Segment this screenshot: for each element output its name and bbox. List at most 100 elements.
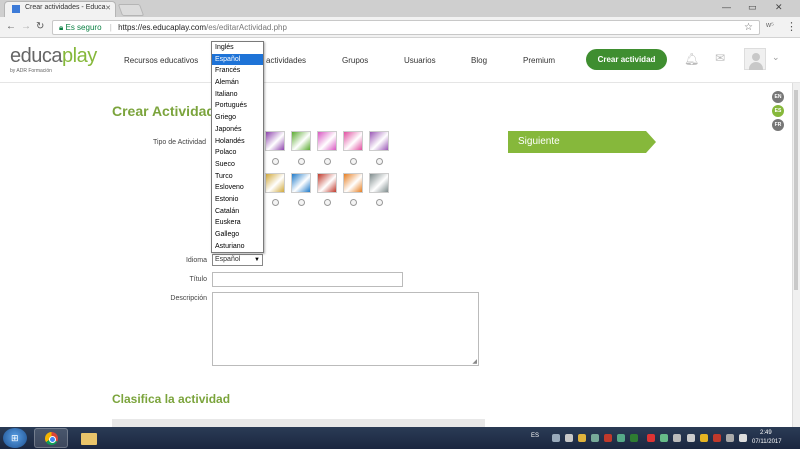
dropdown-option[interactable]: Asturiano xyxy=(212,241,263,253)
tray-app-icon[interactable] xyxy=(700,434,708,442)
tray-app-icon[interactable] xyxy=(630,434,638,442)
dropdown-option[interactable]: Francés xyxy=(212,65,263,77)
dropdown-option[interactable]: Euskera xyxy=(212,217,263,229)
dropdown-option[interactable]: Polaco xyxy=(212,147,263,159)
new-tab-button[interactable] xyxy=(117,4,145,16)
tray-battery-icon[interactable] xyxy=(687,434,695,442)
nav-blog[interactable]: Blog xyxy=(471,56,487,65)
activity-type-radio[interactable] xyxy=(298,199,305,206)
close-window-icon[interactable]: ✕ xyxy=(775,2,783,13)
activity-type-icon[interactable] xyxy=(291,173,311,193)
activity-type-radio[interactable] xyxy=(350,158,357,165)
resize-handle-icon[interactable]: ◢ xyxy=(472,358,477,365)
dropdown-option[interactable]: Alemán xyxy=(212,77,263,89)
minimize-icon[interactable]: — xyxy=(722,2,731,12)
notifications-bell-icon[interactable]: 🔔︎ xyxy=(684,52,699,66)
activity-type-radio[interactable] xyxy=(298,158,305,165)
dropdown-option[interactable]: Holandés xyxy=(212,136,263,148)
tray-network-icon[interactable] xyxy=(726,434,734,442)
favicon-icon xyxy=(12,5,20,13)
back-icon[interactable]: ← xyxy=(6,21,16,32)
next-button[interactable]: Siguiente xyxy=(508,131,656,153)
chevron-down-icon[interactable]: ⌄ xyxy=(772,52,780,63)
dropdown-option[interactable]: Catalán xyxy=(212,206,263,218)
dropdown-option[interactable]: Turco xyxy=(212,171,263,183)
dropdown-option[interactable]: Estonio xyxy=(212,194,263,206)
language-en-button[interactable]: EN xyxy=(772,91,784,103)
activity-type-icon[interactable] xyxy=(343,131,363,151)
activity-type-icon[interactable] xyxy=(317,173,337,193)
scrollbar-thumb[interactable] xyxy=(794,90,798,290)
dropdown-option[interactable]: Italiano xyxy=(212,89,263,101)
extension-icon[interactable]: ᴡ⁵ xyxy=(766,22,774,29)
url-bar[interactable]: 🔒︎ Es seguro | https://es.educaplay.com/… xyxy=(52,20,760,35)
tray-app-icon[interactable] xyxy=(617,434,625,442)
tray-app-icon[interactable] xyxy=(660,434,668,442)
nav-users[interactable]: Usuarios xyxy=(404,56,436,65)
description-textarea[interactable]: ◢ xyxy=(212,292,479,366)
input-language[interactable]: ES xyxy=(531,433,539,439)
activity-type-icon[interactable] xyxy=(265,173,285,193)
clock-date[interactable]: 07/11/2017 xyxy=(752,439,782,445)
tab-title: Crear actividades - Educa xyxy=(25,4,106,11)
tray-app-icon[interactable] xyxy=(591,434,599,442)
language-select[interactable]: Español ▼ xyxy=(212,254,263,266)
browser-tab[interactable]: Crear actividades - Educa ✕ xyxy=(4,1,116,17)
tray-app-icon[interactable] xyxy=(647,434,655,442)
nav-activities[interactable]: actividades xyxy=(266,56,306,65)
activity-type-radio[interactable] xyxy=(350,199,357,206)
tray-app-icon[interactable] xyxy=(578,434,586,442)
start-button[interactable]: ⊞ xyxy=(3,428,27,448)
browser-tabbar: Crear actividades - Educa ✕ — ▭ ✕ xyxy=(0,0,800,17)
title-input[interactable] xyxy=(212,272,403,287)
nav-groups[interactable]: Grupos xyxy=(342,56,368,65)
nav-premium[interactable]: Premium xyxy=(523,56,555,65)
tray-app-icon[interactable] xyxy=(713,434,721,442)
language-es-button[interactable]: ES xyxy=(772,105,784,117)
tray-app-icon[interactable] xyxy=(604,434,612,442)
forward-icon[interactable]: → xyxy=(21,21,31,32)
dropdown-option[interactable]: Esloveno xyxy=(212,182,263,194)
dropdown-option[interactable]: Gallego xyxy=(212,229,263,241)
messages-envelope-icon[interactable]: ✉ xyxy=(715,51,725,65)
bookmark-star-icon[interactable]: ☆ xyxy=(744,21,753,34)
tray-settings-icon[interactable] xyxy=(565,434,573,442)
activity-type-icon[interactable] xyxy=(291,131,311,151)
taskbar-explorer[interactable] xyxy=(71,428,105,448)
activity-type-icon[interactable] xyxy=(317,131,337,151)
dropdown-option[interactable]: Portugués xyxy=(212,100,263,112)
dropdown-option[interactable]: Inglés xyxy=(212,42,263,54)
language-fr-button[interactable]: FR xyxy=(772,119,784,131)
nav-resources[interactable]: Recursos educativos xyxy=(124,56,198,65)
maximize-icon[interactable]: ▭ xyxy=(748,2,757,13)
educaplay-logo[interactable]: educaplay xyxy=(10,45,97,68)
create-activity-button[interactable]: Crear actividad xyxy=(586,49,667,70)
dropdown-option[interactable]: Griego xyxy=(212,112,263,124)
tray-app-icon[interactable] xyxy=(673,434,681,442)
taskbar-chrome[interactable] xyxy=(34,428,68,448)
tray-volume-icon[interactable] xyxy=(739,434,747,442)
activity-type-radio[interactable] xyxy=(324,199,331,206)
activity-type-icon[interactable] xyxy=(343,173,363,193)
url-host: https://es.educaplay.com xyxy=(118,23,206,32)
activity-type-icon[interactable] xyxy=(369,131,389,151)
dropdown-option[interactable]: Japonés xyxy=(212,124,263,136)
activity-type-radio[interactable] xyxy=(376,158,383,165)
folder-icon xyxy=(81,433,97,445)
user-avatar[interactable] xyxy=(744,48,766,70)
browser-menu-icon[interactable]: ⋮ xyxy=(786,20,797,33)
reload-icon[interactable]: ↻ xyxy=(36,21,44,32)
activity-type-radio[interactable] xyxy=(376,199,383,206)
tray-help-icon[interactable] xyxy=(552,434,560,442)
language-dropdown-list[interactable]: Inglés Español Francés Alemán Italiano Portug… xyxy=(211,41,264,253)
secure-label: Es seguro xyxy=(65,23,102,32)
dropdown-option[interactable]: Español xyxy=(212,53,263,66)
activity-type-radio[interactable] xyxy=(272,158,279,165)
activity-type-icon[interactable] xyxy=(369,173,389,193)
activity-type-radio[interactable] xyxy=(324,158,331,165)
close-tab-icon[interactable]: ✕ xyxy=(105,4,111,12)
activity-type-icon[interactable] xyxy=(265,131,285,151)
clock-time[interactable]: 2:49 xyxy=(760,430,772,436)
activity-type-radio[interactable] xyxy=(272,199,279,206)
dropdown-option[interactable]: Sueco xyxy=(212,159,263,171)
